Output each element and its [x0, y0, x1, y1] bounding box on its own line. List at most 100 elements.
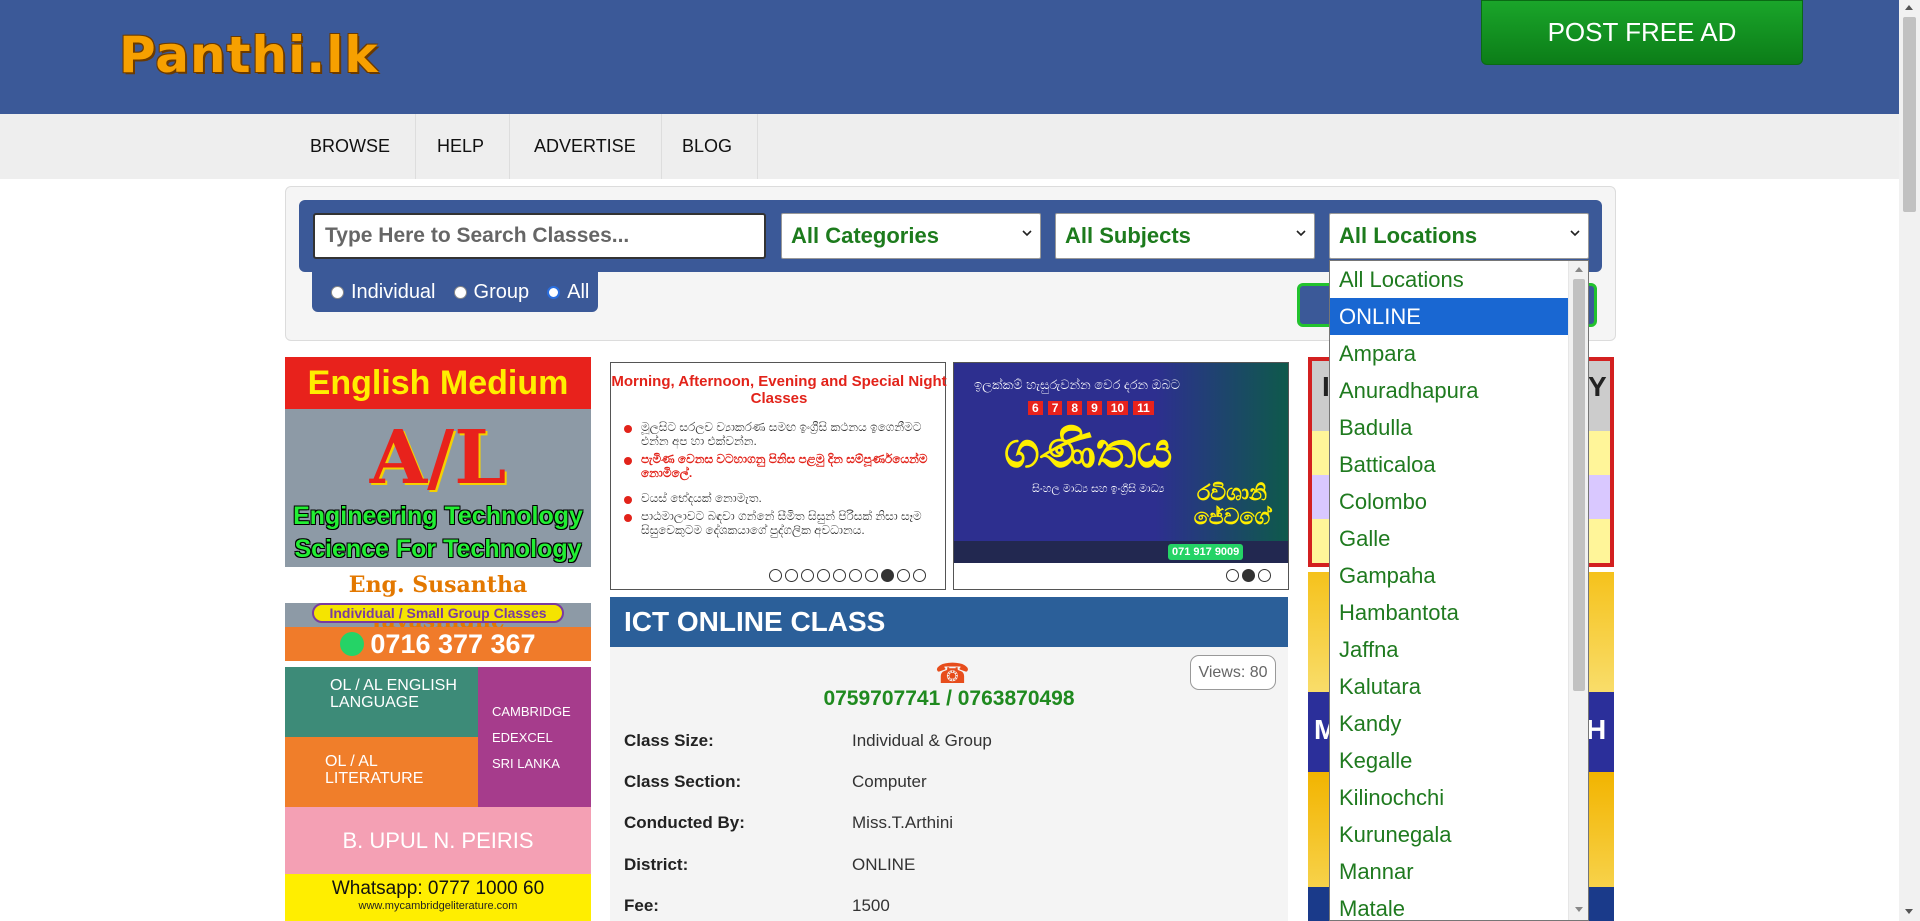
ad-level: A/L [369, 415, 507, 501]
location-option[interactable]: All Locations [1330, 261, 1568, 298]
scroll-down-arrow-icon[interactable] [1575, 907, 1583, 912]
radio-label: Group [473, 280, 530, 303]
location-option[interactable]: Matale [1330, 890, 1568, 920]
grade-badge: 7 [1047, 401, 1063, 415]
carousel-banner-english[interactable]: Morning, Afternoon, Evening and Special … [610, 362, 947, 590]
ad-phone-number: 0716 377 367 [370, 629, 536, 659]
radio-label: All [567, 280, 590, 303]
post-free-ad-button[interactable]: POST FREE AD [1481, 0, 1803, 65]
location-option[interactable]: Kurunegala [1330, 816, 1568, 853]
ad-block-literature: OL / AL LITERATURE [285, 737, 478, 807]
location-option[interactable]: Batticaloa [1330, 446, 1568, 483]
location-option[interactable]: Galle [1330, 520, 1568, 557]
banner-line: වයස් භේදයක් නොමැත. [641, 491, 762, 505]
whatsapp-icon [340, 632, 365, 656]
ad-contact: Whatsapp: 0777 1000 60 www.mycambridgeli… [285, 874, 591, 921]
top-header: Panthi.lk POST FREE AD [0, 0, 1899, 114]
chevron-down-icon [1296, 230, 1306, 237]
nav-help[interactable]: HELP [412, 114, 511, 179]
page-scrollbar[interactable] [1899, 0, 1920, 921]
ad-english-medium[interactable]: English Medium A/L Engineering Technolog… [285, 357, 591, 661]
radio-individual[interactable]: Individual [331, 281, 436, 304]
bullet-icon [624, 457, 632, 465]
bullet-icon [624, 514, 632, 522]
banner-title: Morning, Afternoon, Evening and Special … [611, 373, 947, 407]
categories-select[interactable]: All Categories [781, 213, 1041, 259]
location-option[interactable]: Gampaha [1330, 557, 1568, 594]
location-option[interactable]: Badulla [1330, 409, 1568, 446]
location-option[interactable]: Jaffna [1330, 631, 1568, 668]
location-option[interactable]: Ampara [1330, 335, 1568, 372]
detail-label-fee: Fee: [624, 896, 659, 915]
carousel-dot[interactable] [1226, 569, 1239, 582]
radio-dot [331, 285, 344, 299]
ad-heading: English Medium [285, 357, 591, 409]
carousel-dot[interactable] [1258, 569, 1271, 582]
carousel-dot[interactable] [801, 569, 814, 582]
location-option[interactable]: Anuradhapura [1330, 372, 1568, 409]
ad-cambridge-literature[interactable]: OL / AL ENGLISH LANGUAGE OL / AL LITERAT… [285, 667, 591, 921]
dropdown-scrollbar-thumb[interactable] [1573, 279, 1585, 691]
ad-teacher-name: B. UPUL N. PEIRIS [285, 807, 591, 874]
ad-board: EDEXCEL [492, 730, 553, 745]
carousel-dot-active[interactable] [881, 569, 894, 582]
class-phone-numbers[interactable]: 0759707741 / 0763870498 [610, 687, 1288, 711]
carousel-banner-maths[interactable]: ඉලක්කම් හැසුරුවන්න වෙර දරන ඔබට 6 7 8 9 1… [953, 362, 1289, 590]
carousel-dot[interactable] [913, 569, 926, 582]
location-option[interactable]: Kilinochchi [1330, 779, 1568, 816]
grade-badge: 8 [1067, 401, 1083, 415]
banner-line: මූලසිට සරලව ව්‍යාකරණ සමඟ ඉංග්‍රීසි කථනය … [641, 420, 922, 448]
ad-phone: 0716 377 367 [285, 627, 591, 661]
location-option[interactable]: Mannar [1330, 853, 1568, 890]
chevron-down-icon [1022, 230, 1032, 237]
location-option[interactable]: Kandy [1330, 705, 1568, 742]
banner-teacher: රවිශානි ජේවගේ [1193, 480, 1271, 529]
phone-icon: ☎ [935, 658, 970, 689]
scroll-down-arrow-icon[interactable] [1905, 909, 1913, 914]
grade-badge: 11 [1133, 401, 1154, 415]
ad-subject-line: Engineering Technology [293, 502, 583, 530]
dropdown-scrollbar[interactable] [1568, 261, 1588, 920]
carousel-dot-active[interactable] [1242, 569, 1255, 582]
page-scrollbar-thumb[interactable] [1903, 17, 1916, 212]
location-option[interactable]: Kalutara [1330, 668, 1568, 705]
carousel-dot[interactable] [785, 569, 798, 582]
radio-all[interactable]: All [547, 281, 589, 304]
carousel-dot[interactable] [897, 569, 910, 582]
radio-label: Individual [351, 280, 436, 303]
ad-board: CAMBRIDGE [492, 704, 571, 719]
banner-line: පාඨමාලාවට බඳවා ගන්නේ සීමිත සිසුන් පිරිසක… [641, 509, 922, 537]
carousel-dot[interactable] [817, 569, 830, 582]
banner-grades: 6 7 8 9 10 11 [1028, 401, 1154, 415]
detail-label-class-section: Class Section: [624, 772, 742, 791]
ad-subject-line: Science For Technology [294, 535, 582, 563]
nav-advertise[interactable]: ADVERTISE [509, 114, 662, 179]
carousel-dot[interactable] [769, 569, 782, 582]
location-option[interactable]: Hambantota [1330, 594, 1568, 631]
scroll-up-arrow-icon[interactable] [1905, 5, 1913, 10]
detail-label-conducted-by: Conducted By: [624, 813, 745, 832]
locations-dropdown-list[interactable]: All Locations ONLINE Ampara Anuradhapura… [1329, 260, 1589, 921]
ad-board: SRI LANKA [492, 756, 560, 771]
nav-blog[interactable]: BLOG [657, 114, 759, 179]
location-option-highlighted[interactable]: ONLINE [1330, 298, 1568, 335]
carousel-dot[interactable] [849, 569, 862, 582]
detail-value-conducted-by: Miss.T.Arthini [852, 813, 954, 832]
grade-badge: 9 [1087, 401, 1102, 415]
carousel-dot[interactable] [833, 569, 846, 582]
radio-group[interactable]: Group [453, 280, 530, 304]
search-input[interactable] [313, 213, 766, 259]
location-option[interactable]: Kegalle [1330, 742, 1568, 779]
location-option[interactable]: Colombo [1330, 483, 1568, 520]
scroll-up-arrow-icon[interactable] [1575, 267, 1583, 272]
banner-subtitle: ඉලක්කම් හැසුරුවන්න වෙර දරන ඔබට [974, 377, 1181, 392]
detail-value-class-size: Individual & Group [852, 731, 992, 750]
subjects-select[interactable]: All Subjects [1055, 213, 1315, 259]
carousel-dot[interactable] [865, 569, 878, 582]
locations-select[interactable]: All Locations [1329, 213, 1589, 259]
carousel-dots [769, 569, 926, 582]
nav-browse[interactable]: BROWSE [285, 114, 417, 179]
locations-select-value: All Locations [1339, 223, 1478, 248]
bullet-icon [624, 496, 632, 504]
site-logo[interactable]: Panthi.lk [119, 26, 379, 84]
